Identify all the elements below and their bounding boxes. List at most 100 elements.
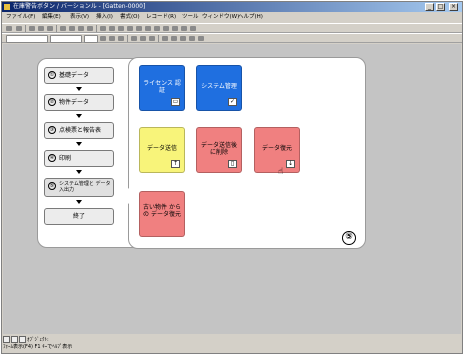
data-send-tile[interactable]: データ送信 ↑: [139, 127, 185, 173]
nav-number: ⑤: [48, 182, 56, 190]
copy-icon[interactable]: [69, 26, 75, 31]
field-list-icon[interactable]: [118, 26, 124, 31]
menu-edit[interactable]: 編集(E): [42, 13, 61, 22]
help-icon[interactable]: [190, 26, 196, 31]
cut-icon[interactable]: [60, 26, 66, 31]
nav-basic-data-button[interactable]: ① 基礎データ: [44, 67, 114, 84]
nav-number: ③: [48, 126, 56, 134]
special-effect-icon[interactable]: [198, 36, 204, 41]
nav-property-data-button[interactable]: ② 物件データ: [44, 94, 114, 111]
main-menu-nav: ① 基礎データ ② 物件データ ③ 点検票と報告表 ④ 印刷 ⑤ システム管理と…: [37, 58, 135, 248]
toolbar-separator: [56, 25, 57, 32]
record-navigator: ｵﾌﾞｼﾞｪｸﾄ:: [3, 336, 49, 343]
spell-check-icon[interactable]: [47, 26, 53, 31]
preview-icon[interactable]: [38, 26, 44, 31]
maximize-button[interactable]: □: [436, 3, 445, 11]
prev-record-button[interactable]: [11, 336, 18, 343]
down-arrow-icon: [76, 170, 82, 174]
nav-print-button[interactable]: ④ 印刷: [44, 150, 114, 167]
down-arrow-icon: [76, 142, 82, 146]
tile-label: データ送信: [146, 145, 177, 152]
window-title: 在庫警告ボタン / バーションル - [Gatten-0000]: [13, 3, 146, 10]
menu-tools[interactable]: ツール: [182, 13, 199, 22]
menu-format[interactable]: 書式(O): [120, 13, 140, 22]
font-size-select[interactable]: [84, 35, 98, 43]
underline-icon[interactable]: [118, 36, 124, 41]
align-center-icon[interactable]: [140, 36, 146, 41]
old-property-restore-tile[interactable]: 古い物件 からの データ復元: [139, 191, 185, 237]
checkbox-icon: ✓: [228, 98, 237, 106]
status-text: ﾌｫｰﾑ表示(F4) F1 ｷｰでﾍﾙﾌﾟ表示: [3, 344, 73, 350]
upload-icon: ↑: [171, 160, 180, 168]
menu-file[interactable]: ファイル(F): [6, 13, 35, 22]
data-restore-tile[interactable]: データ復元 ↓: [254, 127, 300, 173]
properties-icon[interactable]: [154, 26, 160, 31]
close-button[interactable]: ×: [449, 3, 458, 11]
toolbar-separator: [158, 35, 159, 42]
hyperlink-icon[interactable]: [109, 26, 115, 31]
license-auth-tile[interactable]: ライセンス 認証 ▭: [139, 65, 185, 111]
send-and-delete-tile[interactable]: データ送信後 に削除 ▯: [196, 127, 242, 173]
object-label: ｵﾌﾞｼﾞｪｸﾄ:: [27, 337, 49, 343]
save-icon[interactable]: [16, 26, 22, 31]
menu-bar: ファイル(F) 編集(E) 表示(V) 挿入(I) 書式(O) レコード(R) …: [2, 13, 462, 22]
undo-icon[interactable]: [100, 26, 106, 31]
menu-insert[interactable]: 挿入(I): [96, 13, 113, 22]
autoformat-icon[interactable]: [136, 26, 142, 31]
object-select[interactable]: [6, 35, 48, 43]
down-arrow-icon: [76, 114, 82, 118]
title-bar[interactable]: 在庫警告ボタン / バーションル - [Gatten-0000] _ □ ×: [2, 2, 462, 12]
keyboard-icon: ▭: [171, 98, 180, 106]
menu-view[interactable]: 表示(V): [70, 13, 89, 22]
down-arrow-icon: [76, 87, 82, 91]
minimize-button[interactable]: _: [425, 3, 434, 11]
menu-help[interactable]: ヘルプ(H): [238, 13, 263, 22]
tile-label: システム管理: [201, 83, 237, 90]
next-record-button[interactable]: [19, 336, 26, 343]
nav-label: システム管理と データ入出力: [59, 181, 111, 193]
paste-icon[interactable]: [78, 26, 84, 31]
font-select[interactable]: [50, 35, 82, 43]
section-number-badge: ⑤: [342, 231, 356, 245]
database-window-icon[interactable]: [172, 26, 178, 31]
nav-number: ④: [48, 154, 56, 162]
nav-label: 点検票と報告表: [59, 127, 102, 134]
toolbox-icon[interactable]: [127, 26, 133, 31]
fill-color-icon[interactable]: [162, 36, 168, 41]
new-object-icon[interactable]: [181, 26, 187, 31]
nav-label: 印刷: [59, 155, 72, 162]
menu-records[interactable]: レコード(R): [146, 13, 176, 22]
nav-system-admin-button[interactable]: ⑤ システム管理と データ入出力: [44, 178, 114, 197]
nav-inspection-report-button[interactable]: ③ 点検票と報告表: [44, 122, 114, 139]
first-record-button[interactable]: [3, 336, 10, 343]
format-painter-icon[interactable]: [87, 26, 93, 31]
code-icon[interactable]: [145, 26, 151, 31]
exit-button[interactable]: 終了: [44, 208, 114, 225]
system-admin-tile[interactable]: システム管理 ✓: [196, 65, 242, 111]
down-arrow-icon: [76, 200, 82, 204]
italic-icon[interactable]: [109, 36, 115, 41]
toolbar-separator: [127, 35, 128, 42]
nav-label: 基礎データ: [59, 72, 90, 79]
menu-window[interactable]: ウィンドウ(W): [202, 13, 239, 22]
align-left-icon[interactable]: [131, 36, 137, 41]
form-view-icon[interactable]: [6, 26, 12, 31]
toolbar-separator: [96, 25, 97, 32]
toolbar-standard: [2, 23, 462, 33]
line-width-icon[interactable]: [189, 36, 195, 41]
trash-icon: ▯: [228, 160, 237, 168]
line-color-icon[interactable]: [180, 36, 186, 41]
nav-number: ②: [48, 98, 56, 106]
app-icon: [4, 4, 10, 10]
toolbar-separator: [25, 25, 26, 32]
download-icon: ↓: [286, 160, 295, 168]
status-bar: ｵﾌﾞｼﾞｪｸﾄ: ﾌｫｰﾑ表示(F4) F1 ｷｰでﾍﾙﾌﾟ表示: [3, 336, 461, 352]
nav-number: ①: [48, 71, 56, 79]
align-right-icon[interactable]: [149, 36, 155, 41]
build-icon[interactable]: [163, 26, 169, 31]
tile-label: データ復元: [261, 145, 292, 152]
application-window: 在庫警告ボタン / バーションル - [Gatten-0000] _ □ × フ…: [1, 1, 463, 354]
font-color-icon[interactable]: [171, 36, 177, 41]
print-icon[interactable]: [29, 26, 35, 31]
bold-icon[interactable]: [100, 36, 106, 41]
